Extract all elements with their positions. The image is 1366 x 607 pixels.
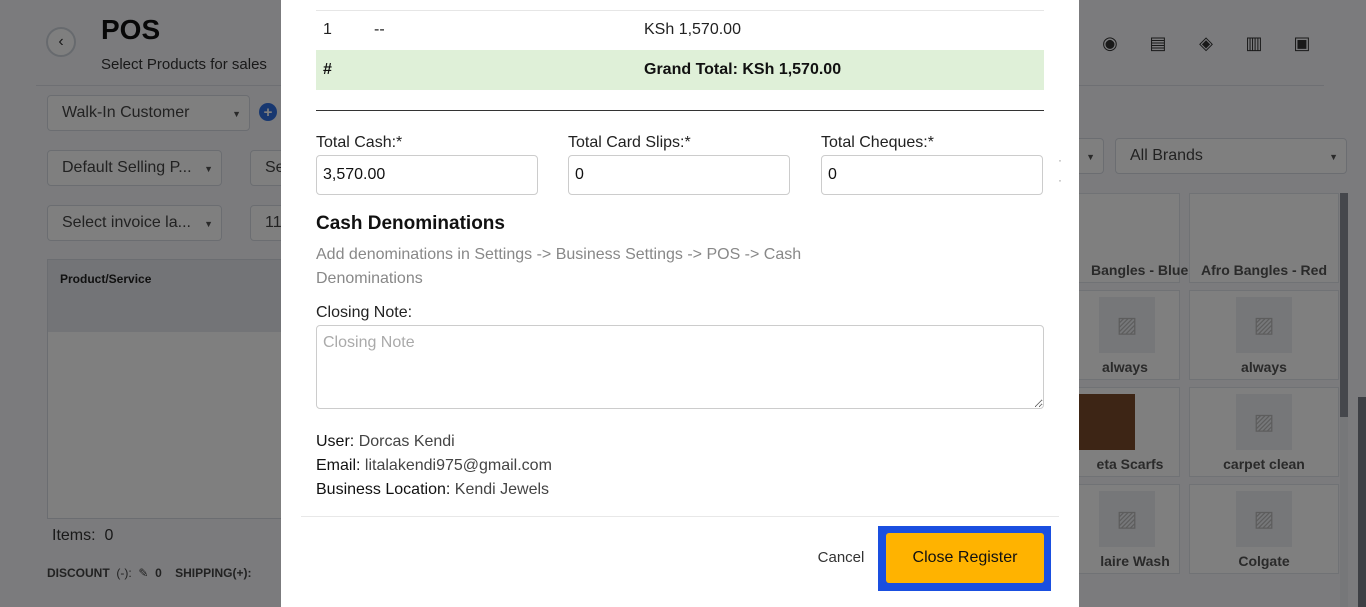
modal-footer-divider [301, 516, 1059, 517]
grand-total-row: # Grand Total: KSh 1,570.00 [316, 50, 1044, 90]
row-index: 1 [323, 21, 332, 38]
email-info: Email: litalakendi975@gmail.com [316, 457, 552, 475]
email-value: litalakendi975@gmail.com [364, 457, 552, 474]
location-info: Business Location: Kendi Jewels [316, 481, 549, 499]
total-row-hash: # [323, 61, 332, 78]
cash-denominations-help: Add denominations in Settings -> Busines… [316, 246, 802, 287]
closing-note-textarea[interactable] [316, 325, 1044, 409]
total-card-slips-label: Total Card Slips:* [568, 134, 691, 151]
location-value: Kendi Jewels [454, 481, 550, 498]
total-cash-label: Total Cash:* [316, 134, 403, 151]
cash-denominations-title: Cash Denominations [316, 213, 505, 234]
payment-summary-row: 1 -- KSh 1,570.00 [316, 10, 1044, 50]
total-cash-input[interactable] [316, 155, 538, 195]
row-amount: KSh 1,570.00 [644, 21, 741, 38]
email-label: Email: [316, 457, 361, 474]
user-info: User: Dorcas Kendi [316, 433, 455, 451]
user-value: Dorcas Kendi [358, 433, 455, 450]
close-register-button[interactable]: Close Register [886, 533, 1044, 583]
summary-divider [316, 110, 1044, 111]
grand-total: Grand Total: KSh 1,570.00 [644, 61, 842, 78]
row-method: -- [374, 21, 385, 38]
total-cheques-input[interactable] [821, 155, 1043, 195]
closing-note-label: Closing Note: [316, 304, 413, 321]
user-label: User: [316, 433, 355, 450]
cancel-button[interactable]: Cancel [808, 542, 874, 572]
truncated-field-hint: · · [1058, 153, 1062, 187]
total-cheques-label: Total Cheques:* [821, 134, 934, 151]
total-card-slips-input[interactable] [568, 155, 790, 195]
location-label: Business Location: [316, 481, 451, 498]
